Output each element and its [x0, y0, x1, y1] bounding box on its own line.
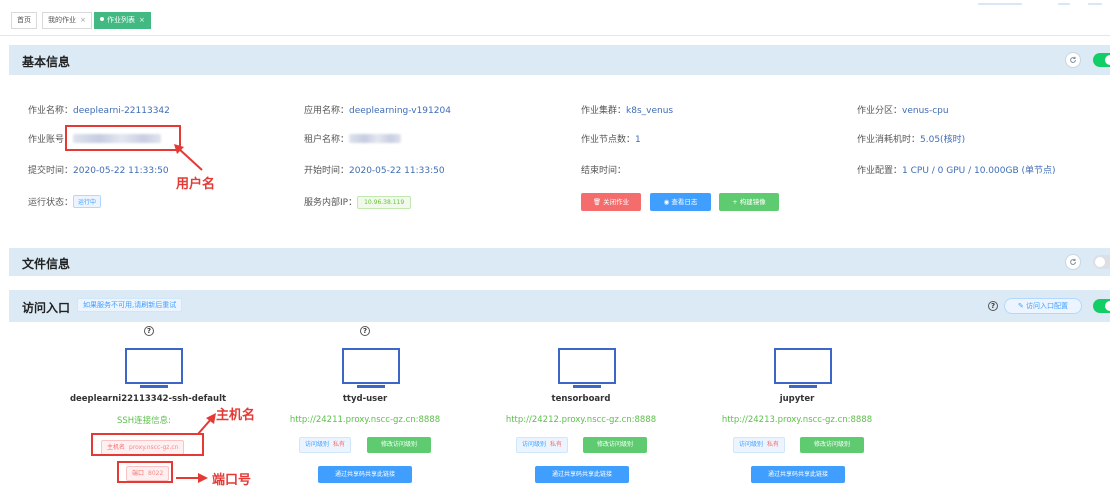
basic-info-toggle[interactable] — [1093, 53, 1110, 67]
tab-label: 作业列表 — [107, 16, 135, 24]
file-info-header: 文件信息 — [9, 248, 1110, 276]
top-scroll-indicator — [1058, 3, 1070, 5]
service-url-link[interactable]: http://24213.proxy.nscc-gz.cn:8888 — [692, 415, 902, 425]
access-config-button[interactable]: ✎ 访问入口配置 — [1004, 298, 1082, 314]
monitor-icon[interactable] — [342, 348, 400, 390]
monitor-icon[interactable] — [774, 348, 832, 390]
annotation-arrow — [174, 144, 203, 171]
close-icon[interactable]: × — [80, 16, 86, 24]
help-icon[interactable]: ? — [144, 326, 154, 336]
ssh-info-title: SSH连接信息: — [117, 416, 172, 426]
tab-label: 我的作业 — [48, 16, 76, 24]
access-toggle[interactable] — [1093, 299, 1110, 313]
service-url-link[interactable]: http://24212.proxy.nscc-gz.cn:8888 — [476, 415, 686, 425]
help-icon[interactable]: ? — [360, 326, 370, 336]
access-level-tag: 访问级别 私有 — [299, 437, 352, 453]
cluster-field: 作业集群：k8s_venus — [581, 106, 674, 116]
status-field: 运行状态： 运行中 — [28, 195, 102, 208]
trash-icon: 🗑 — [592, 198, 602, 206]
tenant-field: 租户名称： — [304, 132, 402, 145]
annotation-box-port — [117, 461, 173, 483]
share-link-button[interactable]: 通过共享码共享此链接 — [535, 466, 629, 483]
app-name-field: 应用名称：deeplearning-v191204 — [304, 106, 451, 116]
close-icon[interactable]: × — [139, 16, 145, 24]
app-name-value: deeplearning-v191204 — [349, 106, 451, 116]
ip-badge: 10.96.38.119 — [357, 196, 412, 209]
basic-info-header: 基本信息 — [9, 45, 1110, 75]
tab-label: 首页 — [17, 16, 31, 24]
panel-title: 基本信息 — [22, 55, 71, 69]
tab-job-list[interactable]: 作业列表 × — [94, 12, 151, 29]
close-job-button[interactable]: 🗑 关闭作业 — [581, 193, 641, 211]
panel-title: 文件信息 — [22, 257, 71, 271]
change-level-button[interactable]: 修改访问级别 — [583, 437, 647, 453]
change-level-button[interactable]: 修改访问级别 — [800, 437, 864, 453]
eye-icon: ◉ — [663, 198, 670, 206]
tenant-value-redacted — [349, 134, 402, 143]
view-log-button[interactable]: ◉ 查看日志 — [650, 193, 711, 211]
annotation-host: 主机名 — [216, 408, 256, 423]
tab-bar: 首页 我的作业 × 作业列表 × — [0, 0, 1110, 36]
share-link-button[interactable]: 通过共享码共享此链接 — [318, 466, 412, 483]
top-scroll-indicator — [1088, 3, 1102, 5]
share-link-button[interactable]: 通过共享码共享此链接 — [751, 466, 845, 483]
annotation-arrow — [197, 413, 216, 435]
nodes-field: 作业节点数：1 — [581, 135, 641, 145]
top-scroll-indicator — [978, 3, 1022, 5]
monitor-icon[interactable] — [558, 348, 616, 390]
edit-icon: ✎ — [1017, 302, 1024, 310]
service-url-link[interactable]: http://24211.proxy.nscc-gz.cn:8888 — [260, 415, 470, 425]
change-level-button[interactable]: 修改访问级别 — [367, 437, 431, 453]
partition-value: venus-cpu — [902, 106, 949, 116]
annotation-box-host — [91, 433, 204, 456]
access-note: 如果服务不可用,请刷新后重试 — [77, 298, 183, 312]
cluster-value: k8s_venus — [626, 106, 674, 116]
monitor-icon[interactable] — [125, 348, 183, 390]
annotation-box-username — [65, 125, 181, 151]
job-name-value: deeplearni-22113342 — [73, 106, 170, 116]
refresh-icon[interactable] — [1065, 254, 1081, 270]
plus-icon: + — [732, 198, 738, 206]
core-hours-field: 作业消耗机时：5.05(核时) — [857, 135, 966, 145]
service-name: jupyter — [779, 394, 815, 404]
start-time-field: 开始时间：2020-05-22 11:33:50 — [304, 166, 445, 176]
refresh-icon[interactable] — [1065, 52, 1081, 68]
start-time-value: 2020-05-22 11:33:50 — [349, 166, 445, 176]
service-name: ttyd-user — [342, 394, 388, 404]
annotation-port: 端口号 — [212, 473, 252, 488]
access-level-tag: 访问级别 私有 — [516, 437, 569, 453]
nodes-value: 1 — [635, 135, 641, 145]
access-level-tag: 访问级别 私有 — [733, 437, 786, 453]
partition-field: 作业分区：venus-cpu — [857, 106, 949, 116]
submit-time-field: 提交时间：2020-05-22 11:33:50 — [28, 166, 169, 176]
service-name: deeplearni22113342-ssh-default — [69, 394, 227, 404]
status-badge: 运行中 — [73, 195, 102, 208]
end-time-field: 结束时间： — [581, 166, 627, 176]
annotation-arrow — [176, 473, 208, 483]
config-field: 作业配置：1 CPU / 0 GPU / 10.000GB (单节点) — [857, 166, 1056, 176]
job-name-field: 作业名称：deeplearni-22113342 — [28, 106, 170, 116]
active-dot-icon — [100, 17, 104, 21]
config-value: 1 CPU / 0 GPU / 10.000GB (单节点) — [902, 166, 1056, 176]
file-info-toggle[interactable] — [1093, 255, 1110, 269]
core-hours-value: 5.05(核时) — [920, 135, 966, 145]
panel-title: 访问入口 — [22, 301, 71, 315]
tab-home[interactable]: 首页 — [11, 12, 37, 29]
build-image-button[interactable]: + 构建镜像 — [719, 193, 779, 211]
tab-my-jobs[interactable]: 我的作业 × — [42, 12, 92, 29]
annotation-username: 用户名 — [176, 177, 216, 192]
help-icon[interactable]: ? — [988, 301, 998, 311]
submit-time-value: 2020-05-22 11:33:50 — [73, 166, 169, 176]
service-name: tensorboard — [551, 394, 611, 404]
ip-field: 服务内部IP： 10.96.38.119 — [304, 195, 412, 209]
